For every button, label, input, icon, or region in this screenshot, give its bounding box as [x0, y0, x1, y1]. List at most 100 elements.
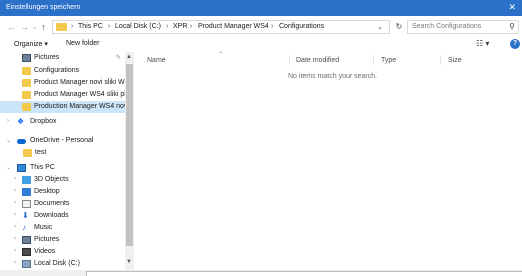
- address-row: ← → ⌄ ↑ › This PC › Local Disk (C:) › XP…: [0, 16, 522, 38]
- sidebar-item-label: Product Manager novi sliki WS: [34, 79, 130, 86]
- breadcrumb-separator: ›: [166, 23, 169, 30]
- chevron-right-icon[interactable]: ›: [14, 224, 16, 230]
- view-options-icon[interactable]: ☷ ▾: [476, 39, 489, 48]
- sidebar-item-label: Production Manager WS4 nov: [34, 103, 128, 110]
- refresh-icon[interactable]: ↻: [392, 22, 406, 34]
- sidebar-item-label: Local Disk (C:): [34, 260, 80, 267]
- chevron-right-icon[interactable]: ›: [14, 212, 16, 218]
- dropbox-icon: ❖: [17, 117, 25, 126]
- pictures-icon: [22, 236, 31, 244]
- breadcrumb-this-pc[interactable]: This PC: [78, 23, 103, 30]
- sidebar-item-dropbox[interactable]: › ❖ Dropbox: [0, 116, 126, 128]
- videos-icon: [22, 248, 31, 256]
- folder-icon: [22, 67, 31, 75]
- sidebar-scrollbar[interactable]: ▲ ▼: [125, 52, 134, 270]
- breadcrumb-separator: ›: [108, 23, 111, 30]
- sidebar-item-local-disk[interactable]: › Local Disk (C:): [0, 258, 126, 270]
- breadcrumb-local-disk[interactable]: Local Disk (C:): [115, 23, 161, 30]
- column-header-name[interactable]: Name: [147, 57, 166, 64]
- sidebar-item-label: OneDrive - Personal: [30, 137, 94, 144]
- up-button[interactable]: ↑: [41, 22, 46, 32]
- help-button[interactable]: ?: [510, 39, 520, 49]
- column-divider[interactable]: [440, 55, 441, 65]
- chevron-right-icon[interactable]: ›: [14, 260, 16, 266]
- sidebar-item-3d-objects[interactable]: › 3D Objects: [0, 174, 126, 186]
- sidebar-item-label: Dropbox: [30, 118, 57, 125]
- sidebar-item-label: Product Manager WS4 sliki plu: [34, 91, 130, 98]
- disk-icon: [22, 260, 31, 268]
- pin-icon[interactable]: ✎: [116, 54, 121, 61]
- breadcrumb-configurations[interactable]: Configurations: [279, 23, 324, 30]
- recent-locations-button[interactable]: ⌄: [32, 24, 37, 31]
- documents-icon: [22, 200, 31, 208]
- column-divider[interactable]: [373, 55, 374, 65]
- new-folder-button[interactable]: New folder: [66, 40, 99, 47]
- forward-button[interactable]: →: [20, 22, 29, 32]
- scroll-up-icon[interactable]: ▲: [126, 54, 132, 60]
- sidebar-item-label: Desktop: [34, 188, 60, 195]
- sidebar-item-downloads[interactable]: › ⬇ Downloads: [0, 210, 126, 222]
- sidebar-item-music[interactable]: › ♪ Music: [0, 222, 126, 234]
- address-dropdown-icon[interactable]: ⌄: [377, 23, 383, 31]
- sidebar-item-videos[interactable]: › Videos: [0, 246, 126, 258]
- chevron-right-icon[interactable]: ›: [14, 176, 16, 182]
- sidebar-item-label: This PC: [30, 164, 55, 171]
- sidebar-item-test[interactable]: test: [0, 147, 126, 159]
- column-header-date-modified[interactable]: Date modified: [296, 57, 339, 64]
- scroll-down-icon[interactable]: ▼: [126, 259, 132, 265]
- sidebar-item-label: test: [35, 149, 47, 156]
- sidebar-item-documents[interactable]: › Documents: [0, 198, 126, 210]
- folder-icon: [22, 79, 31, 87]
- sort-caret-icon: ⌃: [218, 52, 224, 58]
- organize-button[interactable]: Organize ▾: [14, 40, 48, 48]
- downloads-icon: ⬇: [22, 211, 29, 220]
- sidebar-item-onedrive[interactable]: ⌄ OneDrive - Personal: [0, 135, 126, 147]
- chevron-right-icon[interactable]: ›: [14, 188, 16, 194]
- pictures-icon: [22, 54, 31, 62]
- column-header-size[interactable]: Size: [448, 57, 462, 64]
- sidebar-item-configurations[interactable]: Configurations: [0, 65, 126, 77]
- sidebar-item-label: Pictures: [34, 54, 60, 61]
- column-divider[interactable]: [289, 55, 290, 65]
- search-input[interactable]: Search Configurations ⚲: [407, 20, 519, 34]
- cloud-icon: [17, 139, 26, 144]
- folder-icon: [22, 103, 31, 111]
- sidebar-item-label: Documents: [34, 200, 70, 207]
- search-placeholder: Search Configurations: [412, 23, 482, 30]
- sidebar-item-label: Configurations: [34, 67, 80, 74]
- file-name-input[interactable]: [86, 271, 522, 276]
- music-icon: ♪: [22, 223, 26, 232]
- file-list[interactable]: ⌃ Name Date modified Type Size No items …: [134, 52, 522, 276]
- 3d-objects-icon: [22, 176, 31, 184]
- desktop-icon: [22, 188, 31, 196]
- filename-row: [0, 270, 522, 276]
- breadcrumb-product-manager-ws4[interactable]: Product Manager WS4: [198, 23, 269, 30]
- back-button[interactable]: ←: [7, 22, 16, 32]
- address-bar[interactable]: › This PC › Local Disk (C:) › XPR › Prod…: [52, 20, 390, 34]
- sidebar-item-product-manager-ws4-sliki[interactable]: Product Manager WS4 sliki plu: [0, 89, 130, 101]
- close-icon[interactable]: ✕: [508, 2, 516, 13]
- computer-icon: [17, 164, 26, 172]
- search-icon: ⚲: [509, 22, 515, 31]
- chevron-right-icon[interactable]: ›: [14, 248, 16, 254]
- sidebar-item-product-manager-novi[interactable]: Product Manager novi sliki WS: [0, 77, 130, 89]
- chevron-right-icon[interactable]: ›: [7, 118, 9, 124]
- sidebar-item-pictures-quick[interactable]: Pictures ✎: [0, 52, 126, 64]
- scroll-thumb[interactable]: [126, 64, 133, 246]
- chevron-right-icon[interactable]: ›: [14, 200, 16, 206]
- column-header-type[interactable]: Type: [381, 57, 396, 64]
- sidebar-item-production-manager[interactable]: Production Manager WS4 nov: [0, 101, 128, 113]
- chevron-down-icon[interactable]: ⌄: [6, 164, 11, 171]
- folder-icon: [56, 23, 67, 31]
- chevron-down-icon[interactable]: ⌄: [6, 137, 11, 144]
- window-title: Einstellungen speichern: [6, 4, 81, 11]
- breadcrumb-xpr[interactable]: XPR: [173, 23, 187, 30]
- empty-message: No items match your search.: [288, 73, 378, 80]
- sidebar-item-pictures[interactable]: › Pictures: [0, 234, 126, 246]
- command-bar: Organize ▾ New folder ☷ ▾ ?: [0, 38, 522, 52]
- chevron-right-icon[interactable]: ›: [14, 236, 16, 242]
- title-bar: Einstellungen speichern ✕: [0, 0, 522, 16]
- breadcrumb-separator: ›: [190, 23, 193, 30]
- sidebar-item-this-pc[interactable]: ⌄ This PC: [0, 162, 126, 174]
- sidebar-item-desktop[interactable]: › Desktop: [0, 186, 126, 198]
